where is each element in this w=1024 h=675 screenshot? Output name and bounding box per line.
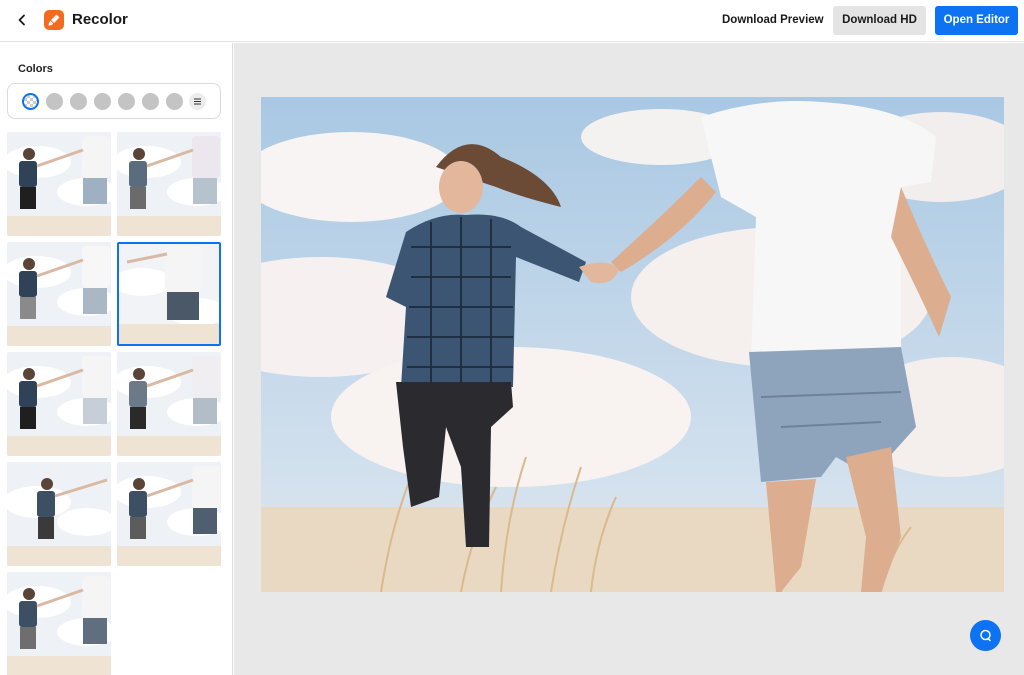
app-title: Recolor: [72, 11, 128, 28]
top-bar: Recolor Download Preview Download HD Ope…: [0, 0, 1024, 42]
variation-thumbnail[interactable]: [7, 572, 111, 675]
download-preview-button[interactable]: Download Preview: [712, 6, 834, 35]
variation-thumbnail[interactable]: [7, 132, 111, 236]
sliders-icon: [194, 98, 201, 105]
variation-thumbnail[interactable]: [7, 352, 111, 456]
variation-thumbnail[interactable]: [117, 462, 221, 566]
swatch-2[interactable]: [46, 93, 63, 110]
swatch-transparent[interactable]: [22, 93, 39, 110]
swatch-6[interactable]: [142, 93, 159, 110]
color-swatch-bar: [7, 83, 221, 119]
chat-button[interactable]: [970, 620, 1001, 651]
colors-label: Colors: [18, 63, 53, 75]
chevron-left-icon: [18, 14, 25, 26]
variation-thumbnail[interactable]: [7, 462, 111, 566]
variation-thumbnail-selected[interactable]: [117, 242, 221, 346]
variation-thumbnail[interactable]: [117, 352, 221, 456]
swatch-7[interactable]: [166, 93, 183, 110]
swatch-5[interactable]: [118, 93, 135, 110]
back-button[interactable]: [12, 10, 32, 30]
recolor-logo-icon: [44, 10, 64, 30]
swatch-3[interactable]: [70, 93, 87, 110]
color-settings-button[interactable]: [189, 93, 206, 110]
open-editor-button[interactable]: Open Editor: [935, 6, 1018, 35]
download-hd-button[interactable]: Download HD: [833, 6, 926, 35]
sidebar: Colors: [0, 43, 233, 675]
variation-thumbnail[interactable]: [117, 132, 221, 236]
canvas-area: [234, 43, 1024, 675]
chat-bubble-icon: [980, 629, 991, 642]
swatch-4[interactable]: [94, 93, 111, 110]
variation-thumbnail[interactable]: [7, 242, 111, 346]
preview-image: [261, 97, 1004, 592]
